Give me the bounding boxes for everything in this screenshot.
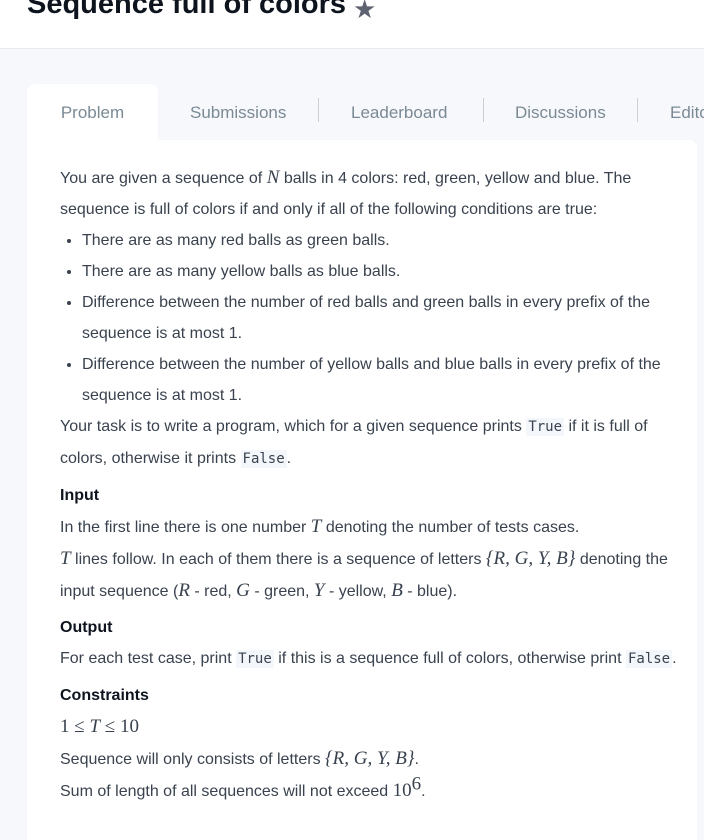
paragraph: In the first line there is one number T … [60,511,680,543]
inline-code: True [236,650,274,668]
text-segment: You are given a sequence of [60,170,267,187]
condition-list: There are as many red balls as green bal… [60,225,680,411]
problem-statement: You are given a sequence of N balls in 4… [60,162,680,807]
section-heading: Input [60,487,100,504]
inline-code: True [526,418,565,436]
tab-divider [318,98,319,122]
math-exponent: 6 [411,773,422,795]
math-expression: ≤ 10 [100,716,139,737]
text-segment: lines follow. In each of them there is a… [70,551,486,568]
paragraph: Your task is to write a program, which f… [60,411,680,475]
text-segment: In the first line there is one number [60,519,311,536]
math-variable: Y [313,580,325,601]
tab-editorial[interactable]: Editorial [670,84,704,142]
math-variable: T [89,716,101,737]
math-variable: R [178,580,190,601]
math-expression: 1 ≤ [60,716,90,737]
text-segment: . [421,783,426,800]
text-segment: Difference between the number of yellow … [82,356,661,404]
math-variable: T [310,516,322,537]
paragraph: For each test case, print True if this i… [60,643,680,675]
inline-code: False [240,450,287,468]
text-segment: Sequence will only consists of letters [60,751,326,768]
text-segment: Your task is to write a program, which f… [60,418,527,435]
list-item: Difference between the number of red bal… [82,287,680,349]
paragraph: Sequence will only consists of letters {… [60,743,680,775]
math-variable: {R, G, Y, B} [485,548,576,569]
math-expression: 10 [392,780,412,801]
section-heading: Constraints [60,687,149,704]
paragraph: You are given a sequence of N balls in 4… [60,162,680,225]
tab-leaderboard[interactable]: Leaderboard [351,84,447,142]
text-segment: - blue). [402,583,458,600]
text-segment: For each test case, print [60,650,237,667]
text-segment: There are as many red balls as green bal… [82,232,390,249]
text-segment: - green, [249,583,314,600]
tab-discussions[interactable]: Discussions [515,84,606,142]
star-icon[interactable]: ★ [353,0,376,25]
text-segment: There are as many yellow balls as blue b… [82,263,401,280]
math-variable: N [266,167,280,188]
tab-divider [637,98,638,122]
text-segment: denoting the number of tests cases. [321,519,580,536]
text-segment: . [286,450,292,467]
math-variable: G [236,580,250,601]
text-segment: - red, [189,583,237,600]
tab-submissions[interactable]: Submissions [190,84,286,142]
paragraph: 1 ≤ T ≤ 10 [60,711,680,743]
inline-code: False [625,650,673,668]
math-variable: {R, G, Y, B} [325,748,415,769]
text-segment: if this is a sequence full of colors, ot… [273,650,626,667]
paragraph: Sum of length of all sequences will not … [60,775,680,807]
text-segment: . [414,751,419,768]
list-item: Difference between the number of yellow … [82,349,680,411]
text-segment: - yellow, [324,583,392,600]
math-variable: B [391,580,403,601]
list-item: There are as many red balls as green bal… [82,225,680,256]
tab-bar: Problem Submissions Leaderboard Discussi… [27,84,704,142]
tab-problem[interactable]: Problem [27,84,158,142]
math-variable: T [60,548,71,569]
list-item: There are as many yellow balls as blue b… [82,256,680,287]
text-segment: Sum of length of all sequences will not … [60,783,393,800]
paragraph: T lines follow. In each of them there is… [60,543,680,607]
tab-divider [483,98,484,122]
section-heading: Output [60,619,113,636]
text-segment: . [672,650,677,667]
page-title: Sequence full of colors [27,0,347,20]
page-header: Sequence full of colors ★ [0,0,704,49]
text-segment: Difference between the number of red bal… [82,294,651,342]
